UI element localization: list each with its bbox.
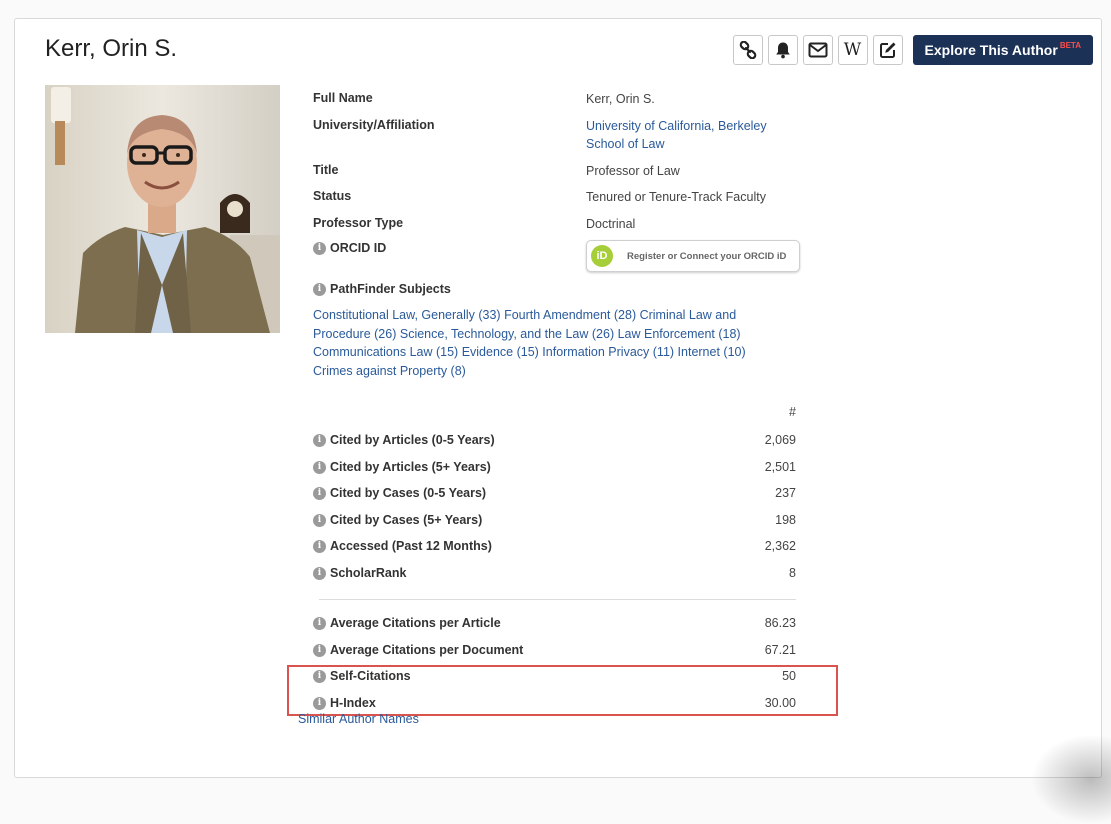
link-icon xyxy=(739,41,756,59)
info-icon[interactable]: i xyxy=(313,282,326,296)
info-icon[interactable]: i xyxy=(313,241,326,255)
metric-value: 2,069 xyxy=(764,433,796,447)
pathfinder-subjects: Constitutional Law, Generally (33) Fourt… xyxy=(313,306,783,380)
bell-icon xyxy=(775,42,790,59)
subject-link[interactable]: Communications Law (15) xyxy=(313,345,458,359)
subject-link[interactable]: Science, Technology, and the Law (26) xyxy=(400,327,614,341)
info-icon[interactable]: i xyxy=(313,433,326,447)
explore-author-label: Explore This Author xyxy=(924,42,1058,58)
affiliation-link-school[interactable]: School of Law xyxy=(586,137,665,151)
info-icon[interactable]: i xyxy=(313,643,326,657)
email-button[interactable] xyxy=(802,35,833,65)
metric-label: Average Citations per Document xyxy=(330,643,524,657)
metric-value: 2,362 xyxy=(764,539,796,553)
metric-value: 237 xyxy=(775,486,796,500)
metric-row: i ScholarRank 8 xyxy=(313,566,796,584)
highlight-box xyxy=(287,665,838,716)
metric-value: 86.23 xyxy=(764,616,796,630)
link-button[interactable] xyxy=(732,35,763,65)
author-toolbar: W Explore This Author BETA xyxy=(732,35,1093,65)
edit-button[interactable] xyxy=(872,35,903,65)
info-icon[interactable]: i xyxy=(313,539,326,553)
metric-label: Accessed (Past 12 Months) xyxy=(330,539,492,553)
author-photo-image xyxy=(45,85,280,333)
info-icon[interactable]: i xyxy=(313,460,326,474)
envelope-icon xyxy=(808,42,828,58)
affiliation-link-university[interactable]: University of California, Berkeley xyxy=(586,119,767,133)
status-label: Status xyxy=(313,189,352,203)
metric-row: i Cited by Cases (5+ Years) 198 xyxy=(313,513,796,531)
metric-label: Cited by Cases (0-5 Years) xyxy=(330,486,487,500)
metric-row: i Accessed (Past 12 Months) 2,362 xyxy=(313,539,796,557)
orcid-connect-label: Register or Connect your ORCID iD xyxy=(627,250,787,262)
page-title: Kerr, Orin S. xyxy=(45,35,178,62)
subject-link[interactable]: Evidence (15) xyxy=(462,345,539,359)
author-photo xyxy=(45,85,280,333)
metric-value: 198 xyxy=(775,513,796,527)
title-label: Title xyxy=(313,163,339,177)
metrics-divider xyxy=(319,599,796,600)
author-profile-card: Kerr, Orin S. W Explore This Author BETA… xyxy=(14,18,1102,778)
subject-link[interactable]: Fourth Amendment (28) xyxy=(504,308,636,322)
orcid-icon: iD xyxy=(591,245,613,267)
metric-row: i Average Citations per Document 67.21 xyxy=(313,643,796,661)
metric-value: 67.21 xyxy=(764,643,796,657)
similar-author-names-link[interactable]: Similar Author Names xyxy=(298,712,419,726)
metric-label: Cited by Articles (0-5 Years) xyxy=(330,433,495,447)
affiliation-value: University of California, Berkeley Schoo… xyxy=(586,117,767,153)
beta-badge: BETA xyxy=(1059,40,1081,50)
metric-label: Average Citations per Article xyxy=(330,616,501,630)
info-icon[interactable]: i xyxy=(313,513,326,527)
pathfinder-label-text: PathFinder Subjects xyxy=(330,282,451,296)
orcid-label-text: ORCID ID xyxy=(330,241,387,255)
subject-link[interactable]: Crimes against Property (8) xyxy=(313,364,466,378)
subject-link[interactable]: Internet (10) xyxy=(678,345,746,359)
professor-type-label: Professor Type xyxy=(313,216,404,230)
professor-type-value: Doctrinal xyxy=(586,217,636,231)
wikipedia-icon: W xyxy=(843,40,862,60)
info-icon[interactable]: i xyxy=(313,486,326,500)
metric-row: i Cited by Cases (0-5 Years) 237 xyxy=(313,486,796,504)
wikipedia-button[interactable]: W xyxy=(837,35,868,65)
orcid-label: i ORCID ID xyxy=(313,241,386,255)
title-value: Professor of Law xyxy=(586,164,680,178)
pathfinder-label: i PathFinder Subjects xyxy=(313,282,451,296)
metric-label: Cited by Articles (5+ Years) xyxy=(330,460,491,474)
metric-label: ScholarRank xyxy=(330,566,407,580)
explore-author-button[interactable]: Explore This Author BETA xyxy=(912,35,1093,65)
metric-row: i Cited by Articles (5+ Years) 2,501 xyxy=(313,460,796,478)
metric-value: 8 xyxy=(789,566,796,580)
edit-icon xyxy=(879,42,896,58)
info-icon[interactable]: i xyxy=(313,566,326,580)
metric-label: Cited by Cases (5+ Years) xyxy=(330,513,483,527)
similar-author-names: Similar Author Names xyxy=(298,712,419,726)
metric-value: 2,501 xyxy=(764,460,796,474)
full-name-value: Kerr, Orin S. xyxy=(586,92,655,106)
alert-button[interactable] xyxy=(767,35,798,65)
info-icon[interactable]: i xyxy=(313,616,326,630)
affiliation-label: University/Affiliation xyxy=(313,118,435,132)
metric-row: i Cited by Articles (0-5 Years) 2,069 xyxy=(313,433,796,451)
subject-link[interactable]: Law Enforcement (18) xyxy=(618,327,741,341)
full-name-label: Full Name xyxy=(313,91,373,105)
metrics-column-header: # xyxy=(789,405,796,419)
subject-link[interactable]: Information Privacy (11) xyxy=(542,345,674,359)
subject-link[interactable]: Constitutional Law, Generally (33) xyxy=(313,308,501,322)
status-value: Tenured or Tenure-Track Faculty xyxy=(586,190,766,204)
orcid-connect-button[interactable]: iD Register or Connect your ORCID iD xyxy=(586,240,800,272)
metric-row: i Average Citations per Article 86.23 xyxy=(313,616,796,634)
